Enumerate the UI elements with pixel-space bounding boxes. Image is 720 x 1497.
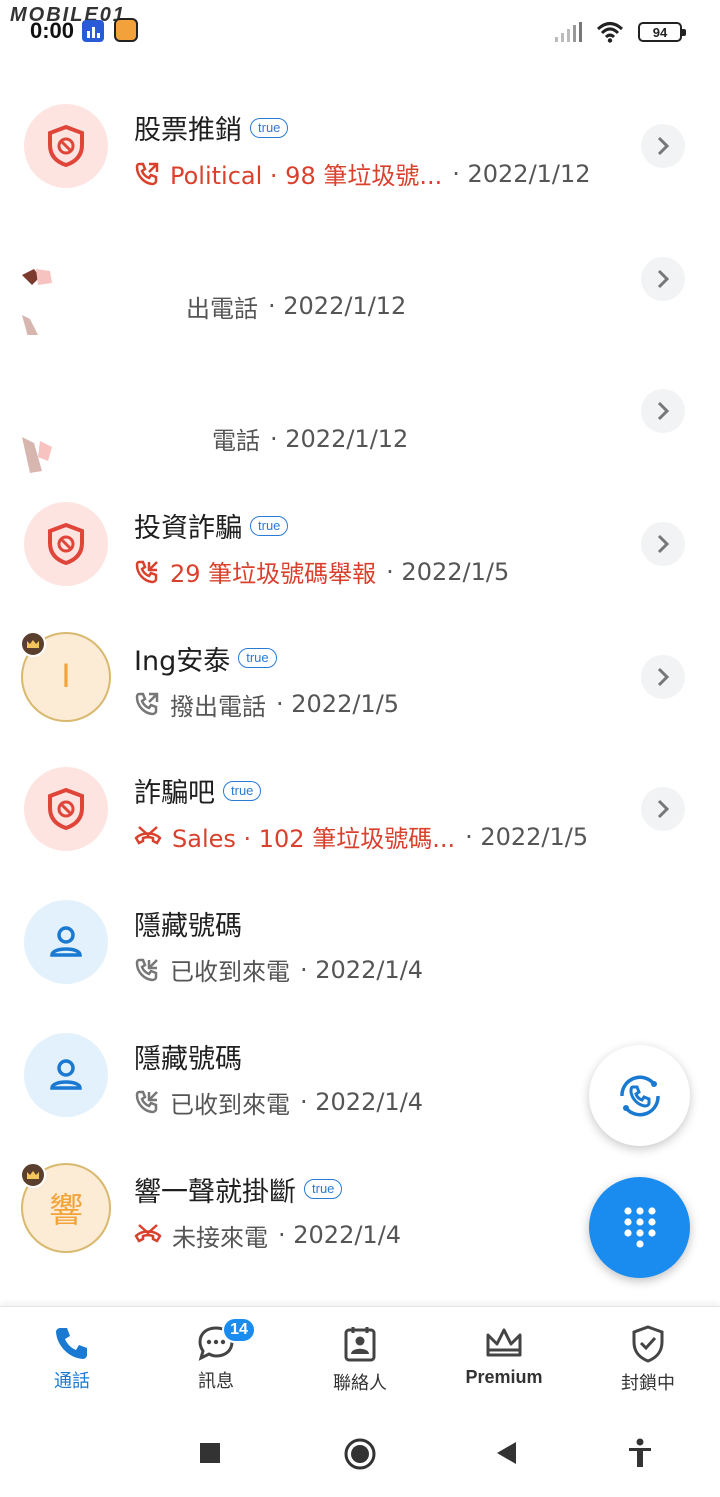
unread-badge: 14: [222, 1317, 256, 1343]
chevron-right-icon: [657, 269, 670, 288]
signal-icon: [555, 22, 582, 42]
contacts-icon: [344, 1327, 376, 1362]
caller-name: 隱藏號碼: [134, 1043, 242, 1075]
caller-name: 響一聲就掛斷 true: [134, 1170, 343, 1209]
shield-check-icon: [632, 1325, 664, 1363]
premium-crown-badge: [20, 630, 46, 657]
call-details-button[interactable]: [641, 256, 685, 301]
accessibility-icon[interactable]: [627, 1438, 653, 1468]
dialpad-button[interactable]: [589, 1177, 690, 1278]
call-details-button[interactable]: [641, 124, 685, 168]
status-icons: 94: [554, 20, 686, 44]
call-detail: 撥出電話 · 2022/1/5: [134, 687, 399, 722]
call-detail: 未接來電 · 2022/1/4: [134, 1218, 401, 1253]
missed-call-icon: [134, 826, 162, 845]
redacted-avatar-fragment: [22, 268, 52, 335]
call-detail: Political · 98 筆垃圾號... · 2022/1/12: [134, 156, 591, 191]
caller-name: 隱藏號碼: [134, 911, 242, 943]
wifi-icon: [596, 22, 624, 43]
crown-icon: [27, 1170, 39, 1179]
chevron-right-icon: [657, 136, 670, 156]
home-circle-icon[interactable]: [343, 1437, 377, 1471]
caller-name: 股票推銷 true: [134, 108, 289, 147]
shield-block-icon: [48, 788, 84, 831]
outgoing-call-icon: [135, 693, 159, 716]
incoming-call-icon: [135, 958, 158, 981]
tag-badge: true: [304, 1179, 343, 1199]
call-row[interactable]: 電話 · 2022/1/12: [0, 347, 720, 480]
app-notification-icon: [82, 20, 104, 42]
call-details-button[interactable]: [641, 522, 685, 567]
tab-messages[interactable]: 14 訊息: [144, 1307, 288, 1410]
back-triangle-icon[interactable]: [496, 1441, 518, 1465]
call-row[interactable]: I Ing安泰 true 撥出電話 · 2022/1/5: [0, 613, 720, 746]
call-detail: 出電話 · 2022/1/12: [186, 292, 407, 323]
call-details-button[interactable]: [641, 787, 685, 832]
person-avatar: [24, 1032, 108, 1117]
call-detail: 電話 · 2022/1/12: [212, 424, 409, 456]
call-detail: Sales · 102 筆垃圾號碼... · 2022/1/5: [134, 819, 588, 854]
chevron-right-icon: [657, 535, 670, 554]
redacted-avatar-fragment: [22, 437, 52, 474]
spam-avatar: [24, 502, 108, 587]
call-detail: 已收到來電 · 2022/1/4: [134, 1085, 423, 1120]
premium-crown-badge: [20, 1161, 46, 1188]
call-row[interactable]: 股票推銷 true Political · 98 筆垃圾號... · 2022/…: [0, 82, 720, 215]
person-avatar: [24, 900, 108, 985]
tab-blocking[interactable]: 封鎖中: [576, 1307, 720, 1410]
call-detail: 29 筆垃圾號碼舉報 · 2022/1/5: [134, 554, 509, 589]
tag-badge: true: [223, 780, 262, 801]
battery-icon: 94: [638, 22, 686, 42]
call-row[interactable]: 出電話 · 2022/1/12: [0, 215, 720, 348]
dialpad-icon: [623, 1206, 656, 1248]
status-time: 0:00: [30, 18, 75, 43]
phone-sync-icon: [619, 1075, 660, 1116]
shield-block-icon: [48, 523, 84, 566]
chevron-right-icon: [657, 800, 670, 819]
incoming-call-icon: [135, 560, 158, 583]
shield-block-icon: [48, 125, 84, 167]
chevron-right-icon: [657, 402, 670, 421]
call-row[interactable]: 隱藏號碼 已收到來電 · 2022/1/4: [0, 878, 720, 1011]
spam-avatar: [24, 767, 108, 852]
missed-call-icon: [134, 1224, 162, 1243]
system-navigation-bar: [0, 1410, 720, 1497]
recents-square-icon[interactable]: [200, 1443, 220, 1463]
caller-name: 詐騙吧 true: [134, 771, 262, 810]
phone-icon: [56, 1328, 87, 1359]
tab-contacts[interactable]: 聯絡人: [288, 1307, 432, 1410]
tab-calls[interactable]: 通話: [0, 1307, 144, 1410]
call-detail: 已收到來電 · 2022/1/4: [134, 952, 423, 987]
call-row[interactable]: 投資詐騙 true 29 筆垃圾號碼舉報 · 2022/1/5: [0, 480, 720, 613]
call-details-button[interactable]: [641, 389, 685, 434]
caller-name: Ing安泰 true: [134, 639, 277, 678]
status-bar: MOBILE01 0:00 94: [0, 0, 720, 64]
bottom-navigation: 通話 14 訊息 聯絡人 Premium 封鎖中: [0, 1306, 720, 1410]
spam-avatar: [24, 104, 108, 188]
call-details-button[interactable]: [641, 654, 685, 699]
caller-name: 投資詐騙 true: [134, 506, 289, 545]
tag-badge: true: [250, 117, 289, 138]
person-icon: [50, 926, 82, 957]
outgoing-call-icon: [135, 162, 159, 185]
call-row[interactable]: 詐騙吧 true Sales · 102 筆垃圾號碼... · 2022/1/5: [0, 745, 720, 878]
crown-icon: [486, 1328, 522, 1357]
incoming-call-icon: [135, 1091, 158, 1114]
app-notification-icon: [114, 18, 138, 42]
tag-badge: true: [250, 515, 289, 536]
tag-badge: true: [238, 648, 277, 669]
call-assistant-button[interactable]: [589, 1045, 690, 1146]
crown-icon: [27, 639, 39, 648]
tab-premium[interactable]: Premium: [432, 1307, 576, 1410]
person-icon: [50, 1059, 82, 1090]
chevron-right-icon: [657, 667, 670, 686]
